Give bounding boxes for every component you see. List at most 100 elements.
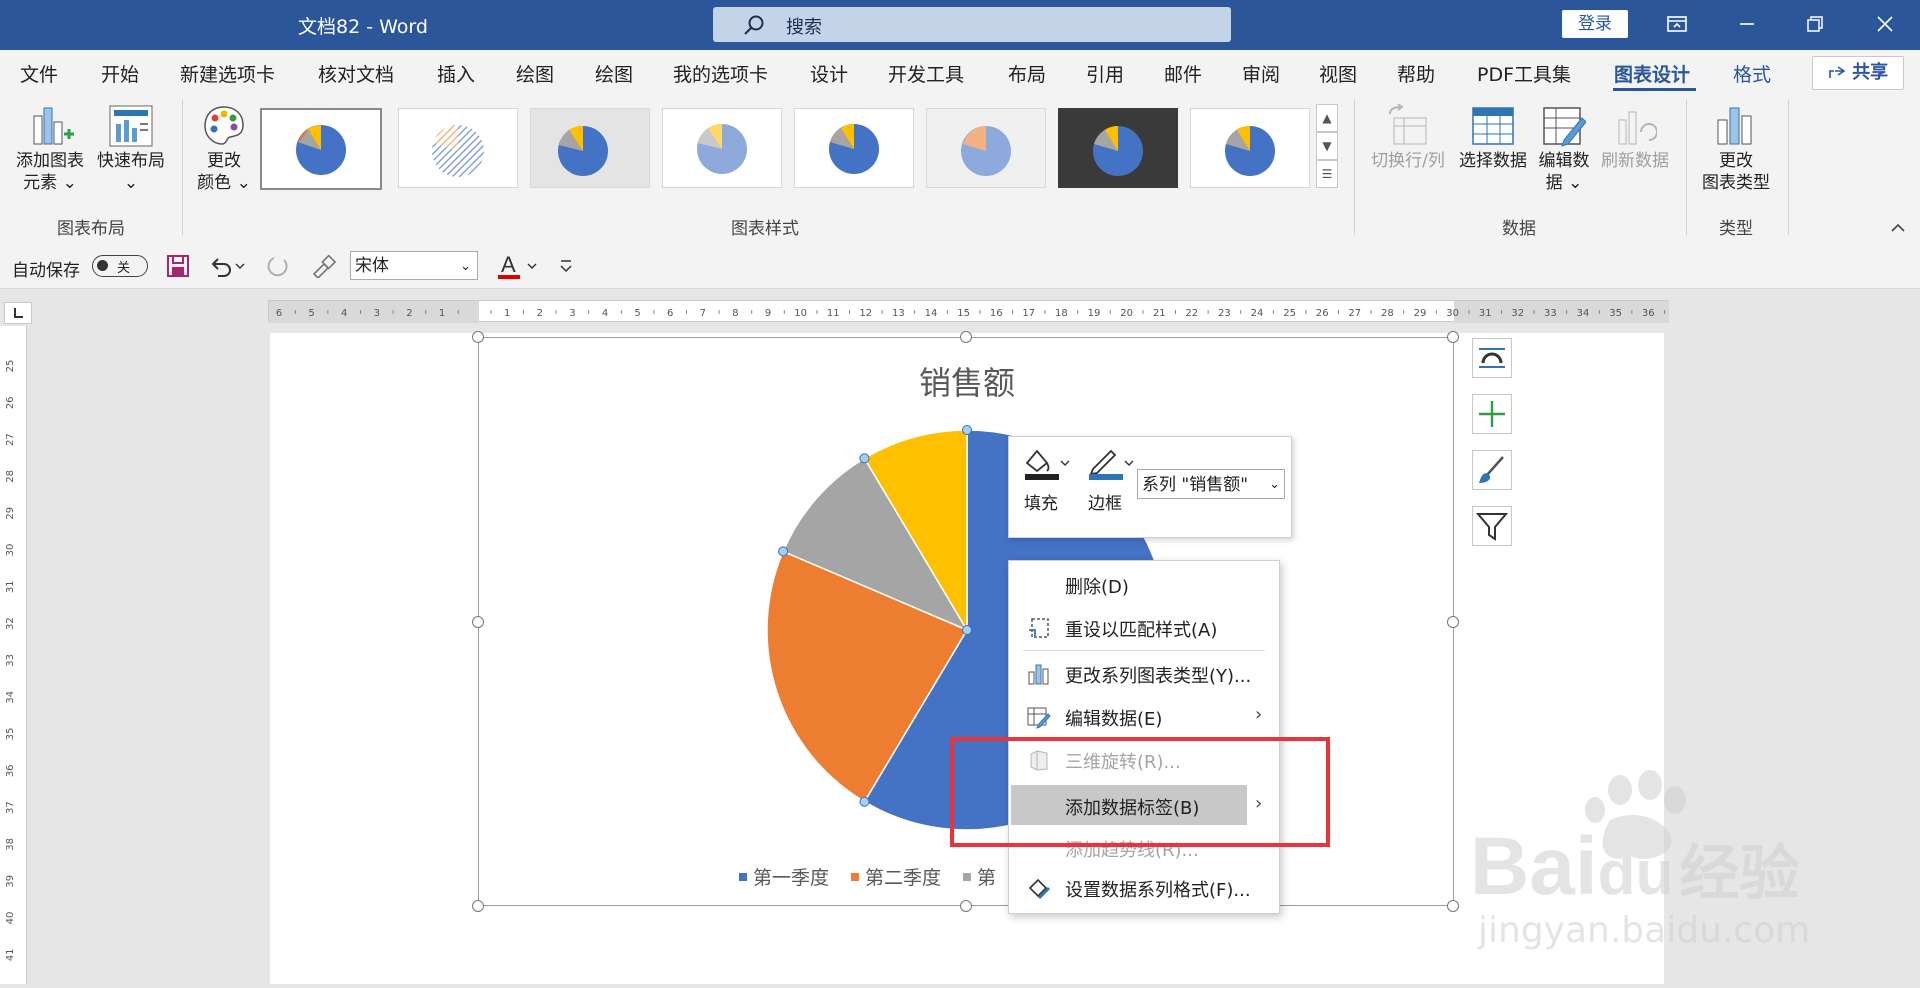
- restore-button[interactable]: [1792, 6, 1838, 42]
- undo-button[interactable]: [208, 254, 246, 278]
- menu-item-delete[interactable]: 删除(D): [1009, 564, 1279, 604]
- tab-review[interactable]: 审阅: [1242, 60, 1280, 87]
- tab-layout[interactable]: 布局: [1008, 60, 1046, 87]
- ruler-tick-label: 23: [1218, 308, 1231, 319]
- tab-draw[interactable]: 绘图: [516, 60, 554, 87]
- resize-handle-bottom-left[interactable]: [472, 900, 484, 912]
- brush-icon: [1479, 456, 1504, 483]
- menu-item-edit-data[interactable]: 编辑数据(E) ›: [1009, 696, 1279, 736]
- chart-style-1[interactable]: [260, 108, 382, 190]
- legend-swatch: [851, 873, 860, 881]
- select-data-button[interactable]: 选择数据: [1454, 104, 1532, 214]
- add-chart-element-button[interactable]: 添加图表 元素 ⌄: [10, 104, 90, 214]
- layout-options-button[interactable]: [1472, 338, 1512, 378]
- chart-style-2[interactable]: [398, 108, 518, 188]
- autosave-toggle[interactable]: 关: [92, 255, 148, 277]
- menu-item-reset-style[interactable]: 重设以匹配样式(A): [1009, 607, 1279, 647]
- tab-view[interactable]: 视图: [1319, 60, 1357, 87]
- edit-data-button[interactable]: 编辑数 据 ⌄: [1528, 104, 1600, 214]
- gallery-more[interactable]: ☰: [1316, 160, 1338, 188]
- outline-label: 边框: [1088, 494, 1122, 514]
- tab-pdf-tools[interactable]: PDF工具集: [1477, 60, 1571, 87]
- change-chart-type-button[interactable]: 更改 图表类型: [1694, 104, 1778, 214]
- tab-design[interactable]: 设计: [810, 60, 848, 87]
- gallery-scroll-down[interactable]: ▼: [1316, 132, 1338, 160]
- horizontal-ruler[interactable]: 6 5 4 3 2 1 1 2 3 4 5 6 7 8 9 10 11 12 13 14 15 16 17 18 19 20 21 2…: [268, 300, 1669, 323]
- save-button[interactable]: [166, 254, 190, 278]
- tab-help[interactable]: 帮助: [1397, 60, 1435, 87]
- tab-draw-2[interactable]: 绘图: [595, 60, 633, 87]
- chart-style-4[interactable]: [662, 108, 782, 188]
- filter-icon: [1475, 513, 1509, 541]
- format-painter-button[interactable]: [310, 254, 337, 280]
- gallery-scroll-up[interactable]: ▲: [1316, 104, 1338, 132]
- tab-mailings[interactable]: 邮件: [1164, 60, 1202, 87]
- login-button[interactable]: 登录: [1562, 10, 1628, 38]
- chart-style-6[interactable]: [926, 108, 1046, 188]
- resize-handle-top-left[interactable]: [472, 331, 484, 343]
- chart-styles-button[interactable]: [1472, 450, 1512, 490]
- series-selection-point[interactable]: [962, 625, 972, 635]
- chevron-down-icon: ⌄: [1269, 470, 1280, 498]
- ruler-tick-label: 29: [5, 507, 16, 520]
- minimize-button[interactable]: [1724, 6, 1770, 42]
- plus-icon: [1479, 401, 1505, 427]
- change-colors-button[interactable]: 更改 颜色 ⌄: [192, 104, 256, 214]
- series-selection-point[interactable]: [778, 546, 789, 557]
- tab-chart-design[interactable]: 图表设计: [1614, 60, 1690, 87]
- tab-stop-selector[interactable]: [4, 302, 32, 324]
- series-selection-point[interactable]: [859, 796, 870, 807]
- tab-references[interactable]: 引用: [1086, 60, 1124, 87]
- chart-style-7[interactable]: [1058, 108, 1178, 188]
- chart-style-5[interactable]: [794, 108, 914, 188]
- restore-icon: [1807, 16, 1823, 32]
- close-button[interactable]: [1862, 6, 1908, 42]
- series-select[interactable]: 系列 "销售额" ⌄: [1137, 469, 1285, 499]
- tab-home[interactable]: 开始: [101, 60, 139, 87]
- tab-my-tab[interactable]: 我的选项卡: [673, 60, 768, 87]
- search-box[interactable]: 搜索: [713, 7, 1231, 42]
- select-data-icon: [1472, 107, 1514, 145]
- ruler-tick-label: 26: [5, 396, 16, 409]
- tab-format[interactable]: 格式: [1733, 60, 1771, 87]
- chart-style-8[interactable]: [1190, 108, 1310, 188]
- quick-layout-icon: [109, 105, 153, 147]
- menu-item-format-data-series[interactable]: 设置数据系列格式(F)...: [1009, 867, 1279, 907]
- resize-handle-top-right[interactable]: [1447, 331, 1459, 343]
- tab-insert[interactable]: 插入: [437, 60, 475, 87]
- add-chart-element-icon: [33, 107, 74, 145]
- collapse-ribbon-button[interactable]: [1890, 218, 1910, 238]
- series-selection-point[interactable]: [859, 453, 870, 464]
- resize-handle-right[interactable]: [1447, 616, 1459, 628]
- tab-developer[interactable]: 开发工具: [888, 60, 964, 87]
- legend-entry[interactable]: 第二季度: [851, 867, 941, 889]
- outline-button[interactable]: 边框: [1085, 445, 1137, 525]
- chart-filters-button[interactable]: [1472, 506, 1512, 546]
- legend-entry[interactable]: 第一季度: [739, 867, 829, 889]
- vertical-ruler[interactable]: 25 26 27 28 29 30 31 32 33 34 35 36 37 38 39 40 41: [0, 326, 27, 984]
- resize-handle-top[interactable]: [960, 331, 972, 343]
- ruler-tick-label: 33: [5, 654, 16, 667]
- fill-button[interactable]: 填充: [1021, 445, 1073, 525]
- customize-toolbar-button[interactable]: [558, 256, 574, 276]
- ribbon-display-options-button[interactable]: [1654, 6, 1700, 42]
- share-button[interactable]: 共享: [1812, 56, 1904, 90]
- tab-new-tab[interactable]: 新建选项卡: [180, 60, 275, 87]
- font-color-button[interactable]: A: [498, 251, 542, 281]
- chart-style-3[interactable]: [530, 108, 650, 188]
- ruler-tick-label: 3: [374, 308, 380, 319]
- menu-item-change-series-chart-type[interactable]: 更改系列图表类型(Y)...: [1009, 653, 1279, 693]
- series-selection-point[interactable]: [962, 425, 972, 435]
- chart-elements-button[interactable]: [1472, 394, 1512, 434]
- tab-proofread[interactable]: 核对文档: [318, 60, 394, 87]
- tab-file[interactable]: 文件: [20, 60, 58, 87]
- resize-handle-bottom[interactable]: [960, 900, 972, 912]
- resize-handle-bottom-right[interactable]: [1447, 900, 1459, 912]
- toggle-knob: [97, 260, 108, 271]
- legend-entry[interactable]: 第: [963, 867, 996, 889]
- ruler-tick-label: 13: [892, 308, 905, 319]
- resize-handle-left[interactable]: [472, 616, 484, 628]
- redo-icon: [267, 257, 288, 277]
- font-name-select[interactable]: 宋体 ⌄: [350, 251, 478, 280]
- quick-layout-button[interactable]: 快速布局 ⌄: [92, 104, 170, 214]
